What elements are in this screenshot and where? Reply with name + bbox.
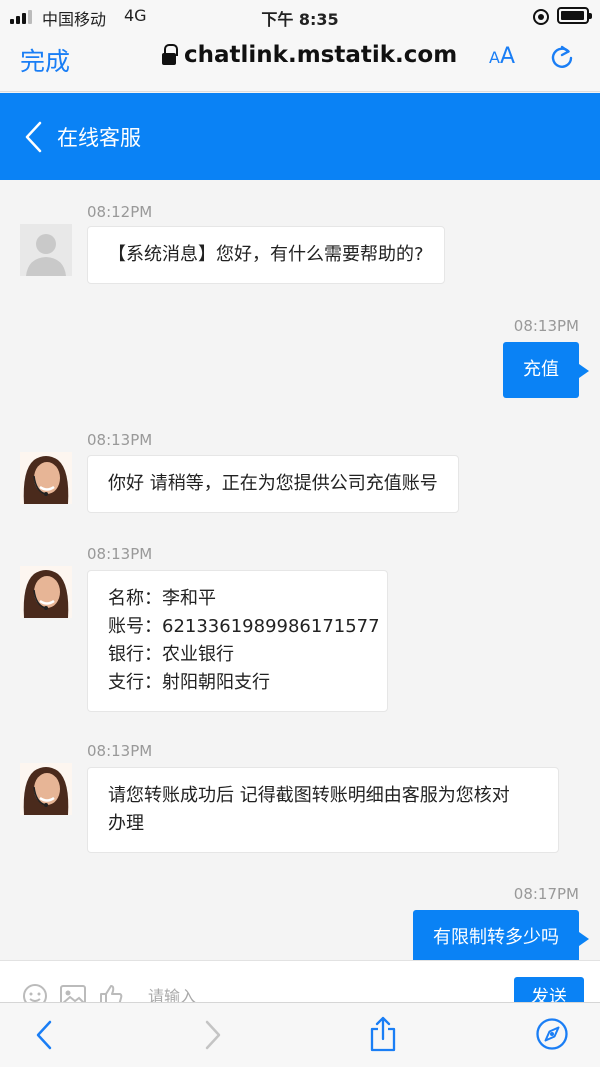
message-time: 08:13PM: [87, 545, 153, 563]
thumbs-up-icon[interactable]: [98, 983, 124, 1002]
url-display[interactable]: chatlink.mstatik.com: [162, 42, 457, 68]
back-chevron-icon[interactable]: [23, 121, 43, 157]
agent-avatar: [20, 763, 72, 815]
message-bubble-outgoing: 充值: [503, 342, 589, 398]
account-number-line: 账号：6213361989986171577: [108, 616, 380, 637]
message-bubble-incoming: 【系统消息】您好，有什么需要帮助的?: [87, 226, 445, 284]
message-input-bar: 发送: [0, 960, 600, 1002]
message-bubble-incoming: 请您转账成功后 记得截图转账明细由客服为您核对 办理: [87, 767, 559, 853]
system-avatar: [20, 224, 72, 276]
message-time: 08:13PM: [87, 431, 153, 449]
url-text: chatlink.mstatik.com: [184, 42, 458, 68]
image-icon[interactable]: [59, 983, 87, 1002]
share-icon[interactable]: [368, 1015, 398, 1057]
branch-line: 支行：射阳朝阳支行: [108, 672, 270, 693]
send-button[interactable]: 发送: [514, 977, 584, 1002]
message-time: 08:12PM: [87, 203, 153, 221]
reload-icon[interactable]: [548, 44, 576, 76]
chat-area[interactable]: 08:12PM 【系统消息】您好，有什么需要帮助的? 08:13PM 充值 08…: [0, 180, 600, 960]
message-input[interactable]: [148, 987, 498, 1002]
message-bubble-outgoing: 有限制转多少吗: [413, 910, 589, 960]
lock-icon: [162, 44, 178, 66]
text-size-small: A: [489, 48, 500, 67]
message-line: 【系统消息】您好，有什么需要帮助的?: [108, 244, 424, 265]
message-line: 办理: [108, 813, 144, 834]
account-name-line: 名称：李和平: [108, 588, 216, 609]
message-bubble-incoming: 你好 请稍等，正在为您提供公司充值账号: [87, 455, 459, 513]
compass-icon[interactable]: [535, 1017, 569, 1055]
emoji-icon[interactable]: [22, 983, 48, 1002]
forward-icon[interactable]: [203, 1019, 223, 1055]
battery-level: [561, 11, 584, 20]
status-time: 下午 8:35: [261, 10, 339, 29]
account-info-bubble: 名称：李和平 账号：6213361989986171577 银行：农业银行 支行…: [87, 570, 388, 712]
message-line: 你好 请稍等，正在为您提供公司充值账号: [108, 473, 438, 494]
message-time: 08:13PM: [87, 742, 153, 760]
agent-avatar: [20, 566, 72, 618]
message-line: 有限制转多少吗: [433, 927, 559, 948]
app-header: 在线客服: [0, 93, 600, 180]
battery-icon: [557, 7, 592, 24]
message-line: 充值: [523, 359, 559, 380]
text-size-button[interactable]: AA: [489, 44, 515, 69]
orientation-lock-icon: [533, 9, 549, 25]
done-button[interactable]: 完成: [20, 42, 70, 78]
message-line: 请您转账成功后 记得截图转账明细由客服为您核对: [108, 785, 510, 806]
browser-toolbar: [0, 1002, 600, 1067]
message-time: 08:13PM: [513, 317, 579, 335]
back-icon[interactable]: [34, 1019, 54, 1055]
agent-avatar: [20, 452, 72, 504]
status-bar: 中国移动 4G 下午 8:35: [0, 0, 600, 34]
page-title: 在线客服: [57, 126, 141, 150]
text-size-large: A: [499, 44, 516, 69]
bank-line: 银行：农业银行: [108, 644, 234, 665]
message-time: 08:17PM: [513, 885, 579, 903]
browser-address-bar: 完成 chatlink.mstatik.com AA: [0, 34, 600, 92]
